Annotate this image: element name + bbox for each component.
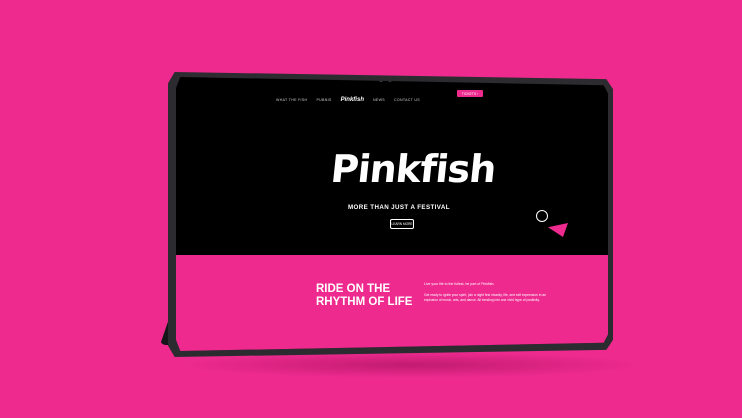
nav-item-news[interactable]: NEWS xyxy=(373,98,385,102)
top-navigation: WHAT THE FISH PUBNIS Pinkfish NEWS CONTA… xyxy=(276,94,576,106)
intro-section: RIDE ON THE RHYTHM OF LIFE Live your lif… xyxy=(176,255,608,351)
nav-item-contact[interactable]: CONTACT US xyxy=(394,98,420,102)
tickets-label: TICKETS xyxy=(461,91,477,96)
section-body: Get ready to ignite your spirit, join a … xyxy=(424,293,546,302)
nav-item-what-the-fish[interactable]: WHAT THE FISH xyxy=(276,98,307,102)
hero-logo: Pinkfish xyxy=(328,147,498,191)
website-screen: WHAT THE FISH PUBNIS Pinkfish NEWS CONTA… xyxy=(176,77,608,351)
doodle-icon xyxy=(536,210,548,222)
section-lead: Live your life to the fullest, be part o… xyxy=(424,282,495,286)
hero-tagline: MORE THAN JUST A FESTIVAL xyxy=(348,204,450,211)
tablet-device: WHAT THE FISH PUBNIS Pinkfish NEWS CONTA… xyxy=(0,0,742,418)
learn-more-button[interactable]: LEARN MORE xyxy=(390,219,414,229)
nav-item-pubnis[interactable]: PUBNIS xyxy=(316,98,331,102)
section-title: RIDE ON THE RHYTHM OF LIFE xyxy=(316,283,413,308)
tickets-button[interactable]: TICKETS › xyxy=(457,90,483,97)
nav-logo[interactable]: Pinkfish xyxy=(341,97,364,103)
fish-doodle-icon xyxy=(548,223,568,237)
